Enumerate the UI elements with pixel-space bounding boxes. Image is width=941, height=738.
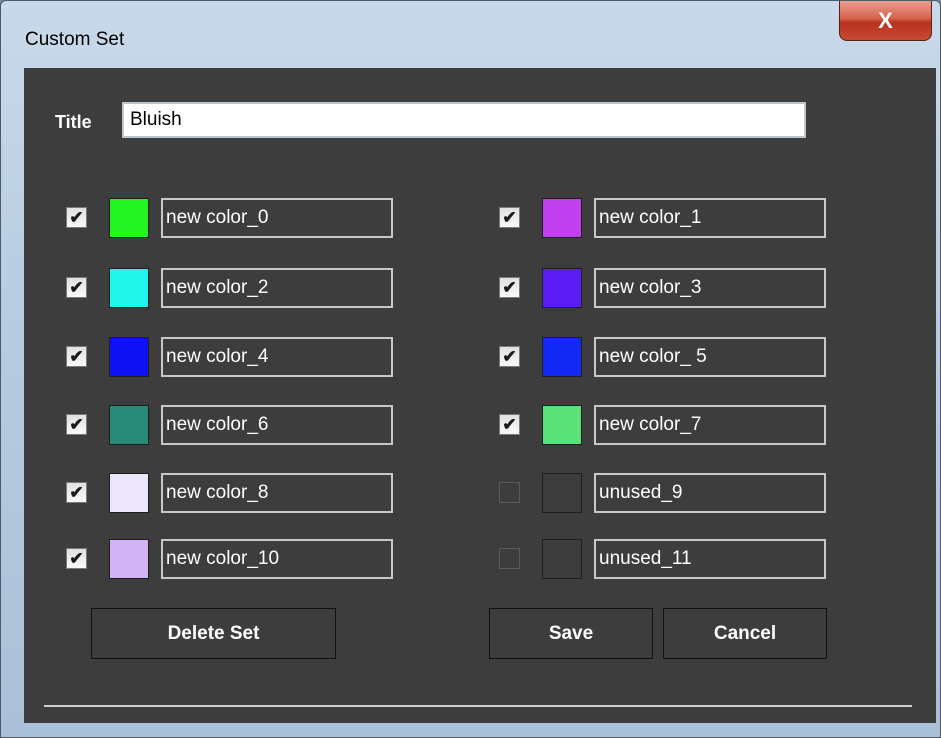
title-bar[interactable]: Custom Set X xyxy=(1,1,940,67)
close-icon: X xyxy=(878,7,893,33)
color-swatch[interactable] xyxy=(542,337,582,377)
color-swatch[interactable] xyxy=(109,539,149,579)
color-checkbox[interactable] xyxy=(499,548,520,569)
color-swatch[interactable] xyxy=(542,405,582,445)
color-swatch[interactable] xyxy=(542,268,582,308)
color-checkbox[interactable]: ✔ xyxy=(66,548,87,569)
color-swatch[interactable] xyxy=(109,268,149,308)
check-icon: ✔ xyxy=(69,415,84,434)
color-name-field[interactable]: new color_7 xyxy=(594,405,826,445)
close-button[interactable]: X xyxy=(839,1,932,41)
cancel-button[interactable]: Cancel xyxy=(663,608,827,659)
delete-set-button[interactable]: Delete Set xyxy=(91,608,336,659)
title-label: Title xyxy=(55,112,92,132)
color-name-field[interactable]: unused_9 xyxy=(594,473,826,513)
color-checkbox[interactable]: ✔ xyxy=(66,482,87,503)
color-checkbox[interactable] xyxy=(499,482,520,503)
color-name-field[interactable]: new color_8 xyxy=(161,473,393,513)
color-checkbox[interactable]: ✔ xyxy=(66,414,87,435)
check-icon: ✔ xyxy=(69,347,84,366)
color-name-field[interactable]: new color_4 xyxy=(161,337,393,377)
color-swatch[interactable] xyxy=(542,539,582,579)
color-name-field[interactable]: new color_ 5 xyxy=(594,337,826,377)
color-name-field[interactable]: new color_1 xyxy=(594,198,826,238)
check-icon: ✔ xyxy=(69,483,84,502)
check-icon: ✔ xyxy=(69,549,84,568)
color-name-field[interactable]: new color_2 xyxy=(161,268,393,308)
color-checkbox[interactable]: ✔ xyxy=(499,207,520,228)
divider xyxy=(44,705,912,707)
check-icon: ✔ xyxy=(502,415,517,434)
window-title: Custom Set xyxy=(25,29,125,50)
color-swatch[interactable] xyxy=(109,473,149,513)
color-checkbox[interactable]: ✔ xyxy=(499,414,520,435)
color-swatch[interactable] xyxy=(109,337,149,377)
color-checkbox[interactable]: ✔ xyxy=(499,277,520,298)
color-checkbox[interactable]: ✔ xyxy=(66,346,87,367)
color-checkbox[interactable]: ✔ xyxy=(66,207,87,228)
color-name-field[interactable]: new color_10 xyxy=(161,539,393,579)
check-icon: ✔ xyxy=(69,208,84,227)
save-button[interactable]: Save xyxy=(489,608,653,659)
color-checkbox[interactable]: ✔ xyxy=(499,346,520,367)
color-swatch[interactable] xyxy=(109,198,149,238)
color-checkbox[interactable]: ✔ xyxy=(66,277,87,298)
color-swatch[interactable] xyxy=(109,405,149,445)
color-swatch[interactable] xyxy=(542,198,582,238)
check-icon: ✔ xyxy=(502,347,517,366)
color-name-field[interactable]: new color_6 xyxy=(161,405,393,445)
check-icon: ✔ xyxy=(502,278,517,297)
color-name-field[interactable]: unused_11 xyxy=(594,539,826,579)
color-swatch[interactable] xyxy=(542,473,582,513)
color-name-field[interactable]: new color_3 xyxy=(594,268,826,308)
color-name-field[interactable]: new color_0 xyxy=(161,198,393,238)
check-icon: ✔ xyxy=(502,208,517,227)
check-icon: ✔ xyxy=(69,278,84,297)
title-input[interactable] xyxy=(122,102,806,138)
